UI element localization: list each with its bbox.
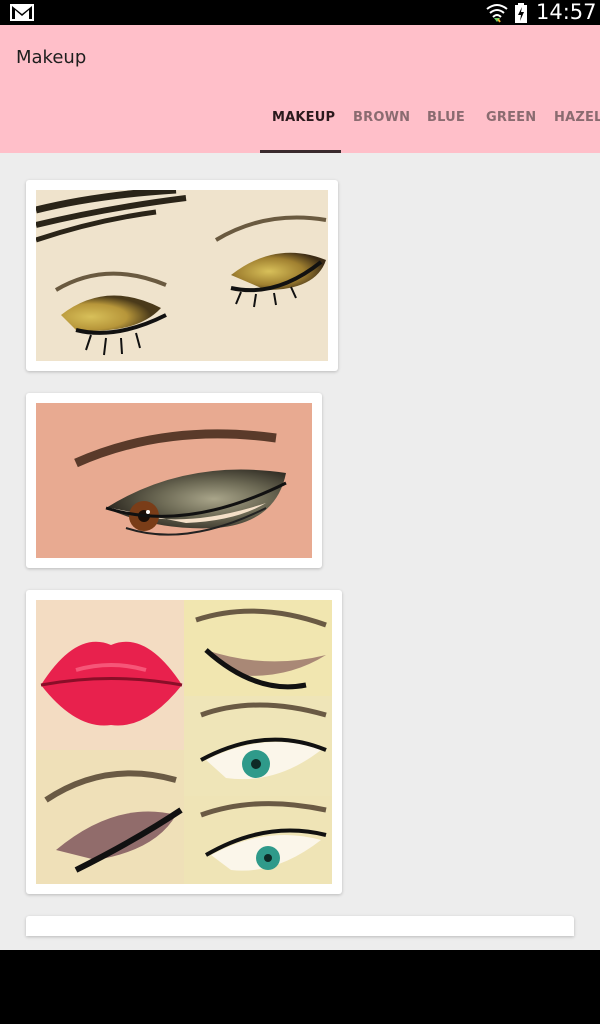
tab-makeup[interactable]: MAKEUP xyxy=(272,110,335,130)
tab-blue[interactable]: BLUE xyxy=(427,110,465,130)
gmail-notification-icon xyxy=(10,4,34,21)
gallery-card-lips-eyes-collage[interactable] xyxy=(26,590,342,894)
battery-charging-icon xyxy=(515,3,527,23)
gold-eyeshadow-image xyxy=(36,190,328,361)
tab-indicator xyxy=(260,150,341,153)
smoky-eye-image xyxy=(36,403,312,558)
navigation-bar xyxy=(0,950,600,1024)
tab-green[interactable]: GREEN xyxy=(486,110,536,130)
app-bar: Makeup MAKEUP BROWN BLUE GREEN HAZEL xyxy=(0,25,600,153)
gallery-card-partial[interactable] xyxy=(26,916,574,936)
status-bar: 14:57 xyxy=(0,0,600,25)
tab-brown[interactable]: BROWN xyxy=(353,110,410,130)
wifi-icon xyxy=(486,4,508,23)
gallery-card-smoky-eye[interactable] xyxy=(26,393,322,568)
tab-hazel[interactable]: HAZEL xyxy=(554,110,600,130)
lips-eyes-collage-image xyxy=(36,600,332,884)
status-time: 14:57 xyxy=(536,0,597,24)
page-title: Makeup xyxy=(16,47,87,68)
gallery-card-gold-eyes[interactable] xyxy=(26,180,338,371)
